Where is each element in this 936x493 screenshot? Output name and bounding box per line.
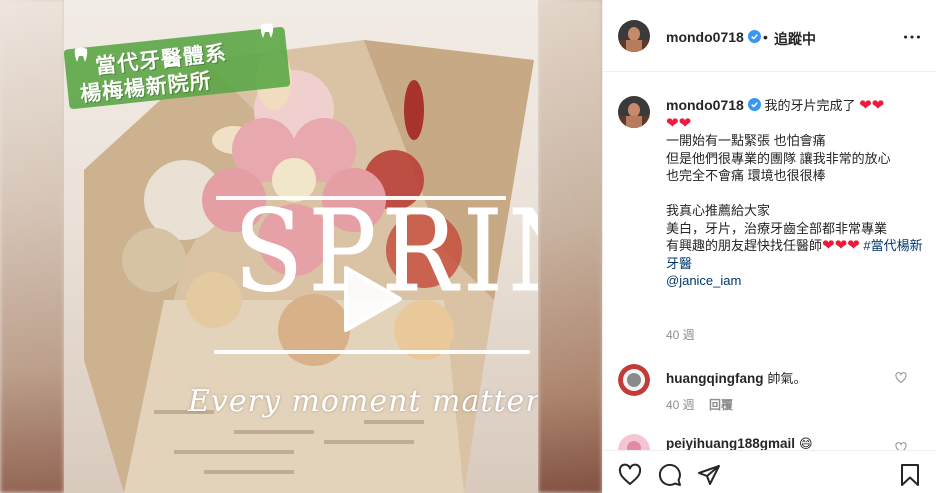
post-media[interactable]: 當代牙醫體系 楊梅楊新院所 SPRING Every moment matter… — [0, 0, 602, 493]
title-rule-bottom — [214, 350, 530, 354]
heart-emoji: ❤ — [834, 237, 848, 254]
avatar-image — [618, 20, 650, 52]
comment-icon[interactable] — [658, 463, 682, 487]
heart-emoji: ❤ — [666, 114, 679, 132]
caption-line: 也完全不會痛 環境也很很棒 — [666, 168, 826, 183]
comments-section[interactable]: mondo0718 我的牙片完成了 ❤❤ ❤❤ 一開始有一點緊張 也怕會痛 但是… — [603, 72, 936, 450]
tooth-icon — [74, 47, 88, 62]
video-frame[interactable]: 當代牙醫體系 楊梅楊新院所 SPRING Every moment matter… — [64, 0, 538, 493]
caption-line: 美白，牙片，治療牙齒全部都非常專業 — [666, 220, 888, 236]
header-separator: • — [763, 29, 768, 45]
caption-mention[interactable]: @janice_iam — [666, 272, 924, 290]
share-icon[interactable] — [697, 463, 721, 487]
caption-avatar[interactable] — [618, 96, 650, 128]
media-blur-right — [538, 0, 602, 493]
following-button[interactable]: 追蹤中 — [774, 29, 816, 49]
caption-line: 一開始有一點緊張 也怕會痛 — [666, 133, 826, 148]
comment-username-text[interactable]: huangqingfang — [666, 371, 763, 386]
commenter-avatar[interactable] — [618, 364, 650, 396]
caption-line: 有興趣的朋友趕快找任醫師 — [666, 238, 823, 253]
more-options-icon[interactable] — [901, 26, 923, 48]
heart-emoji: ❤ — [847, 237, 860, 254]
post-header: mondo0718 • 追蹤中 — [603, 0, 936, 72]
tooth-icon-right — [260, 23, 274, 38]
post-sidebar: mondo0718 • 追蹤中 mondo0718 我的牙片完成了 ❤❤ ❤❤ … — [602, 0, 936, 493]
comment-username[interactable]: huangqingfang 帥氣。 — [666, 368, 807, 387]
avatar-image — [618, 364, 650, 396]
caption-first-line: 我的牙片完成了 — [764, 98, 856, 113]
heart-emoji: ❤ — [822, 237, 835, 254]
avatar-image — [618, 96, 650, 128]
header-username-text[interactable]: mondo0718 — [666, 29, 744, 45]
commenter-avatar[interactable] — [618, 434, 650, 450]
caption-timestamp[interactable]: 40 週 — [666, 326, 695, 343]
overlay-tagline: Every moment matters — [188, 384, 538, 419]
comment-like-icon[interactable] — [895, 442, 907, 450]
heart-outline-icon[interactable] — [618, 463, 642, 487]
avatar-image — [618, 434, 650, 450]
header-username[interactable]: mondo0718 — [666, 29, 761, 45]
comment-text: 😄 — [799, 436, 813, 450]
caption-username[interactable]: mondo0718 — [666, 97, 744, 113]
comment-text: 帥氣。 — [767, 371, 807, 386]
post-caption: mondo0718 我的牙片完成了 ❤❤ ❤❤ 一開始有一點緊張 也怕會痛 但是… — [666, 97, 924, 290]
comment-username-text[interactable]: peiyihuang188gmail — [666, 436, 795, 450]
comment-like-icon[interactable] — [895, 372, 907, 384]
avatar[interactable] — [618, 20, 650, 52]
verified-badge-icon — [747, 98, 761, 111]
heart-emoji: ❤ — [871, 97, 885, 114]
verified-badge-icon — [747, 30, 761, 43]
reply-button[interactable]: 回覆 — [709, 396, 733, 413]
bookmark-icon[interactable] — [898, 463, 922, 487]
heart-emoji: ❤ — [678, 114, 692, 132]
caption-line: 我真心推薦給大家 — [666, 203, 771, 218]
play-icon[interactable] — [340, 264, 404, 334]
comment-username[interactable]: peiyihuang188gmail 😄 — [666, 436, 813, 450]
post-actions — [603, 450, 936, 493]
media-blur-left — [0, 0, 64, 493]
heart-emoji: ❤ — [859, 97, 872, 114]
comment-timestamp[interactable]: 40 週 — [666, 396, 695, 413]
caption-line: 但是他們很專業的團隊 讓我非常的放心 — [666, 150, 891, 166]
